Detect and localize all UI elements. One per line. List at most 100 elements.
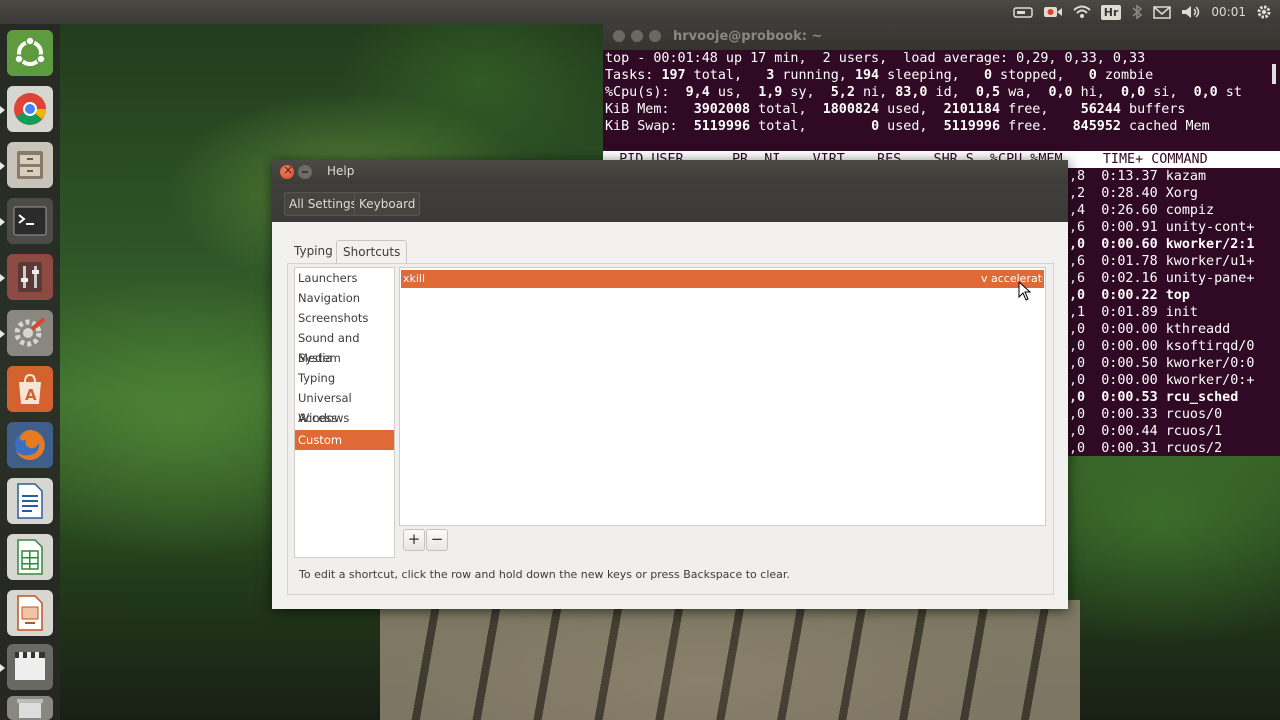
remove-shortcut-button[interactable]: − bbox=[426, 529, 448, 551]
swap-line: KiB Swap: 5119996 total, 0 used, 5119996… bbox=[605, 119, 1210, 134]
process-mem: ,4 bbox=[1069, 203, 1086, 218]
running-indicator bbox=[0, 162, 5, 170]
maximize-icon[interactable] bbox=[649, 30, 661, 42]
terminal-titlebar[interactable]: hrvooje@probook: ~ bbox=[603, 24, 1280, 50]
gear-icon[interactable] bbox=[1256, 4, 1272, 20]
process-command: kworker/0:0 bbox=[1165, 356, 1255, 371]
process-row: ,0 0:00.33 rcuos/0 bbox=[1069, 406, 1254, 423]
launcher-sound-mixer[interactable] bbox=[7, 254, 53, 300]
category-item[interactable]: Sound and Media bbox=[295, 328, 394, 365]
process-mem: ,6 bbox=[1069, 271, 1086, 286]
category-item[interactable]: System bbox=[295, 348, 394, 368]
process-row: ,0 0:00.31 rcuos/2 bbox=[1069, 440, 1254, 457]
process-time: 0:00.22 bbox=[1101, 288, 1158, 303]
launcher-system-settings[interactable] bbox=[7, 310, 53, 356]
drive-icon[interactable] bbox=[1013, 5, 1033, 19]
process-mem: ,1 bbox=[1069, 305, 1086, 320]
launcher-software-center[interactable]: A bbox=[7, 366, 53, 412]
firefox-icon bbox=[15, 430, 45, 460]
mouse-pointer-icon bbox=[1018, 281, 1032, 301]
launcher-chrome[interactable] bbox=[7, 86, 53, 132]
launcher-trash[interactable] bbox=[7, 696, 53, 720]
launcher-impress[interactable] bbox=[7, 590, 53, 636]
svg-text:A: A bbox=[25, 386, 37, 404]
process-mem: ,0 bbox=[1069, 373, 1086, 388]
process-command: kworker/0:+ bbox=[1165, 373, 1255, 388]
tasks-line: Tasks: 197 total, 3 running, 194 sleepin… bbox=[605, 68, 1154, 83]
bluetooth-icon[interactable] bbox=[1131, 4, 1143, 20]
uptime-line: top - 00:01:48 up 17 min, 2 users, load … bbox=[605, 51, 1146, 66]
process-command: unity-pane+ bbox=[1165, 271, 1255, 286]
settings-toolbar: All Settings Keyboard bbox=[272, 184, 1068, 222]
tab-shortcuts[interactable]: Shortcuts bbox=[336, 240, 408, 263]
process-mem: ,0 bbox=[1069, 424, 1086, 439]
window-titlebar[interactable]: Help bbox=[272, 160, 1068, 184]
process-row: ,4 0:26.60 compiz bbox=[1069, 202, 1254, 219]
settings-tools-icon bbox=[14, 317, 46, 347]
camera-record-icon[interactable] bbox=[1043, 5, 1063, 19]
launcher-video-player[interactable] bbox=[7, 644, 53, 690]
film-clapper-icon bbox=[15, 652, 45, 680]
process-row: ,0 0:00.00 kworker/0:+ bbox=[1069, 372, 1254, 389]
category-item[interactable]: Windows bbox=[295, 408, 394, 428]
launcher-dash-home[interactable] bbox=[7, 30, 53, 76]
terminal-icon bbox=[13, 206, 47, 236]
system-tray: Hr 00:01 bbox=[1013, 0, 1272, 24]
shortcut-accelerator[interactable]: v acceleratc bbox=[981, 270, 1043, 288]
shortcut-name[interactable]: xkill bbox=[403, 270, 425, 288]
process-command: rcuos/0 bbox=[1165, 407, 1223, 422]
process-time: 0:28.40 bbox=[1101, 186, 1158, 201]
wifi-icon[interactable] bbox=[1073, 5, 1091, 19]
keyboard-settings-window[interactable]: Help All Settings Keyboard Typing Shortc… bbox=[272, 160, 1068, 609]
process-time: 0:00.53 bbox=[1101, 390, 1158, 405]
shortcut-category-list: Launchers Navigation Screenshots Sound and … bbox=[294, 267, 395, 558]
category-item[interactable]: Launchers bbox=[295, 268, 394, 288]
process-command: unity-cont+ bbox=[1165, 220, 1255, 235]
breadcrumb-keyboard[interactable]: Keyboard bbox=[354, 192, 421, 216]
category-item[interactable]: Typing bbox=[295, 368, 394, 388]
clock[interactable]: 00:01 bbox=[1211, 5, 1246, 19]
close-icon[interactable] bbox=[613, 30, 625, 42]
category-item[interactable]: Custom Shortcuts bbox=[295, 430, 394, 467]
process-mem: ,0 bbox=[1069, 322, 1086, 337]
launcher-firefox[interactable] bbox=[7, 422, 53, 468]
process-mem: ,0 bbox=[1069, 237, 1086, 252]
category-item[interactable]: Screenshots bbox=[295, 308, 394, 328]
shortcut-row-selected[interactable]: xkill v acceleratc bbox=[401, 270, 1044, 288]
tab-typing[interactable]: Typing bbox=[294, 240, 333, 262]
process-command: kthreadd bbox=[1165, 322, 1231, 337]
process-mem: ,0 bbox=[1069, 441, 1086, 456]
minimize-icon[interactable] bbox=[298, 165, 312, 179]
shortcut-list: xkill v acceleratc bbox=[399, 267, 1046, 526]
top-panel: Hr 00:01 bbox=[0, 0, 1280, 24]
running-indicator bbox=[0, 218, 5, 226]
process-command: rcuos/1 bbox=[1165, 424, 1223, 439]
minimize-icon[interactable] bbox=[631, 30, 643, 42]
process-time: 0:00.44 bbox=[1101, 424, 1158, 439]
software-center-icon: A bbox=[19, 373, 41, 404]
process-mem: ,0 bbox=[1069, 356, 1086, 371]
launcher-writer[interactable] bbox=[7, 478, 53, 524]
mail-icon[interactable] bbox=[1153, 5, 1172, 19]
keyboard-layout-indicator[interactable]: Hr bbox=[1100, 4, 1122, 20]
running-indicator bbox=[0, 330, 5, 338]
volume-icon[interactable] bbox=[1181, 5, 1201, 19]
running-indicator bbox=[0, 106, 5, 114]
trash-icon bbox=[17, 699, 43, 718]
process-command: top bbox=[1165, 288, 1190, 303]
close-icon[interactable] bbox=[280, 163, 294, 179]
launcher-calc[interactable] bbox=[7, 534, 53, 580]
process-time: 0:00.50 bbox=[1101, 356, 1158, 371]
launcher-terminal[interactable] bbox=[7, 198, 53, 244]
breadcrumb-all-settings[interactable]: All Settings bbox=[284, 192, 362, 216]
process-command: kworker/2:1 bbox=[1165, 237, 1255, 252]
category-item[interactable]: Universal Access bbox=[295, 388, 394, 425]
terminal-scrollbar[interactable] bbox=[1272, 64, 1276, 84]
launcher-file-manager[interactable] bbox=[7, 142, 53, 188]
process-command: kworker/u1+ bbox=[1165, 254, 1255, 269]
add-shortcut-button[interactable]: + bbox=[403, 529, 425, 551]
category-item[interactable]: Navigation bbox=[295, 288, 394, 308]
process-command: ksoftirqd/0 bbox=[1165, 339, 1255, 354]
process-mem: ,0 bbox=[1069, 390, 1086, 405]
process-time: 0:13.37 bbox=[1101, 169, 1158, 184]
